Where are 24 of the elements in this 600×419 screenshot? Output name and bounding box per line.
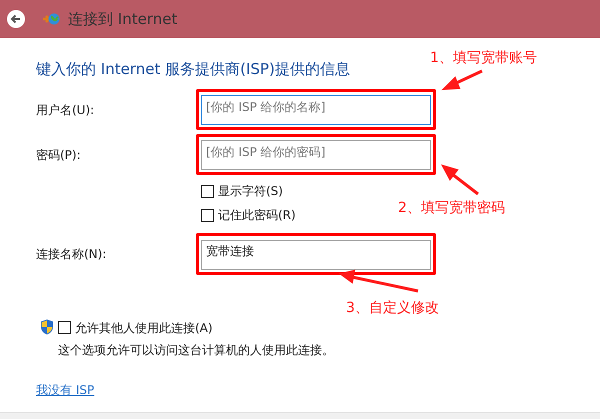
text-field[interactable]: 宽带连接: [201, 240, 431, 270]
window-title: 连接到 Internet: [68, 8, 178, 30]
checkbox-label: 允许其他人使用此连接(A): [75, 320, 213, 336]
field-label: 用户名(U):: [36, 102, 96, 118]
annotation-text: 3、自定义修改: [346, 299, 439, 318]
option-description: 这个选项允许可以访问这台计算机的人使用此连接。: [58, 342, 334, 358]
annotation-arrow: [441, 70, 483, 90]
globe-icon: [42, 11, 60, 27]
text-field[interactable]: [你的 ISP 给你的名称]: [201, 95, 431, 125]
checkbox[interactable]: [201, 184, 214, 198]
checkbox[interactable]: [201, 208, 214, 222]
annotation-text: 2、填写宽带密码: [398, 199, 505, 218]
no-isp-link[interactable]: 我没有 ISP: [36, 380, 94, 398]
checkbox-label: 显示字符(S): [218, 183, 283, 200]
page-heading: 键入你的 Internet 服务提供商(ISP)提供的信息: [36, 59, 350, 80]
annotation-text: 1、填写宽带账号: [430, 49, 537, 68]
text-field[interactable]: [你的 ISP 给你的密码]: [201, 140, 431, 170]
annotation-arrow: [441, 164, 479, 196]
field-label: 连接名称(N):: [36, 246, 108, 263]
back-icon[interactable]: [6, 9, 26, 29]
shield-icon: [40, 318, 54, 334]
checkbox[interactable]: [58, 321, 71, 334]
field-label: 密码(P):: [36, 146, 82, 164]
checkbox-label: 记住此密码(R): [218, 207, 296, 224]
